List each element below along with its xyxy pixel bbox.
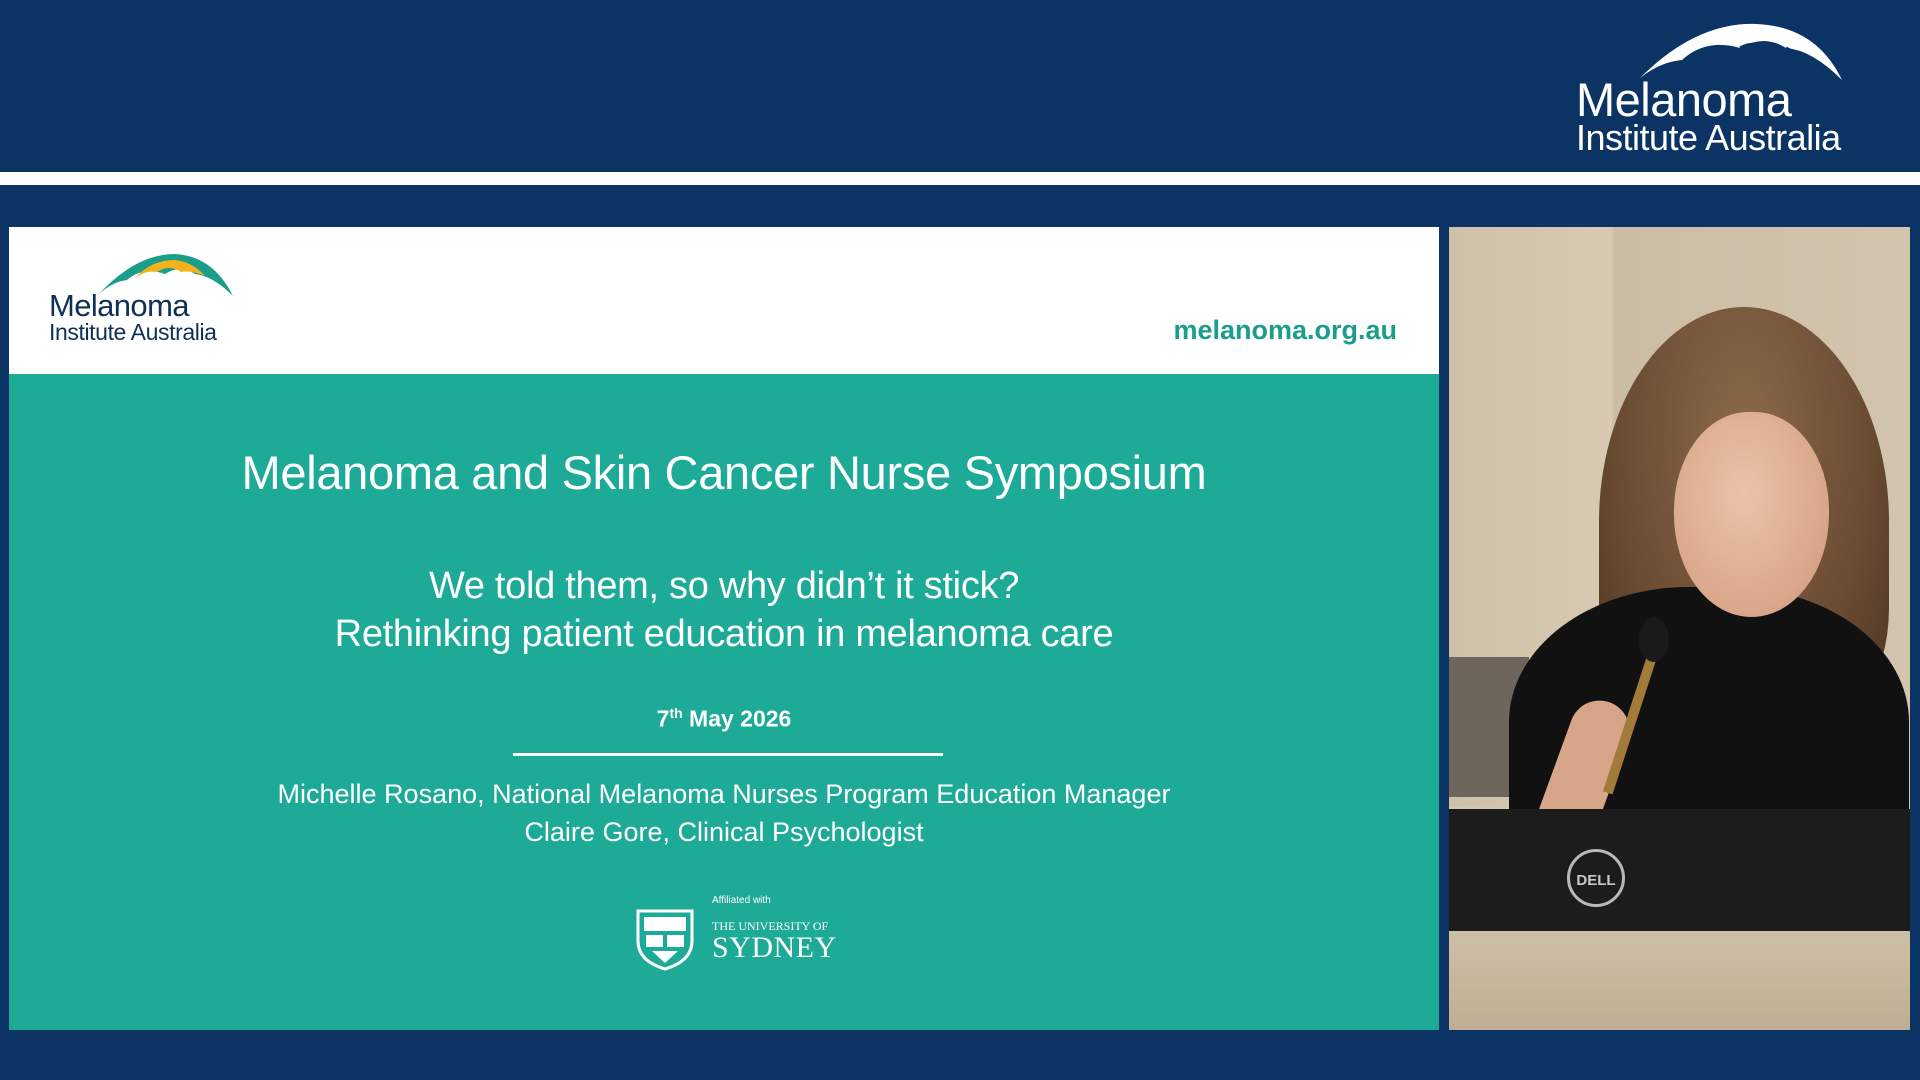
microphone-icon (1639, 617, 1669, 662)
speaker-face (1674, 412, 1829, 617)
affiliation-label: Affiliated with (712, 895, 771, 906)
date-day: 7 (656, 705, 670, 732)
slide-logo: Melanoma Institute Australia (49, 252, 249, 352)
speaker-video-feed: DELL (1449, 227, 1910, 1030)
event-title: Melanoma and Skin Cancer Nurse Symposium (241, 446, 1207, 499)
broadcast-logo: Melanoma Institute Australia (1576, 20, 1876, 160)
date-suffix: th (669, 705, 683, 721)
slide-logo-line2: Institute Australia (49, 319, 217, 345)
presenter-2: Claire Gore, Clinical Psychologist (524, 817, 924, 847)
date-divider (513, 753, 943, 756)
university-affiliation: Affiliated with THE UNIVERSITY OF SYDNEY (634, 895, 837, 975)
presenters: Michelle Rosano, National Melanoma Nurse… (9, 775, 1439, 851)
talk-title-line2: Rethinking patient education in melanoma… (334, 613, 1114, 655)
presenter-1: Michelle Rosano, National Melanoma Nurse… (277, 779, 1171, 809)
talk-title: We told them, so why didn’t it stick? Re… (9, 562, 1439, 658)
website-url: melanoma.org.au (1173, 315, 1397, 345)
presentation-slide: Melanoma Institute Australia melanoma.or… (9, 227, 1439, 1030)
university-name-large: SYDNEY (712, 931, 837, 964)
event-date: 7th May 2026 (9, 705, 1439, 733)
slide-header: Melanoma Institute Australia melanoma.or… (9, 227, 1439, 374)
dell-logo-icon: DELL (1567, 849, 1625, 907)
broadcast-logo-line2: Institute Australia (1576, 117, 1841, 158)
date-rest: May 2026 (682, 705, 792, 732)
university-crest-icon (636, 909, 694, 971)
banner-divider (0, 172, 1920, 185)
podium-monitor (1449, 809, 1910, 931)
podium-front (1449, 931, 1910, 1030)
talk-title-line1: We told them, so why didn’t it stick? (428, 565, 1020, 607)
